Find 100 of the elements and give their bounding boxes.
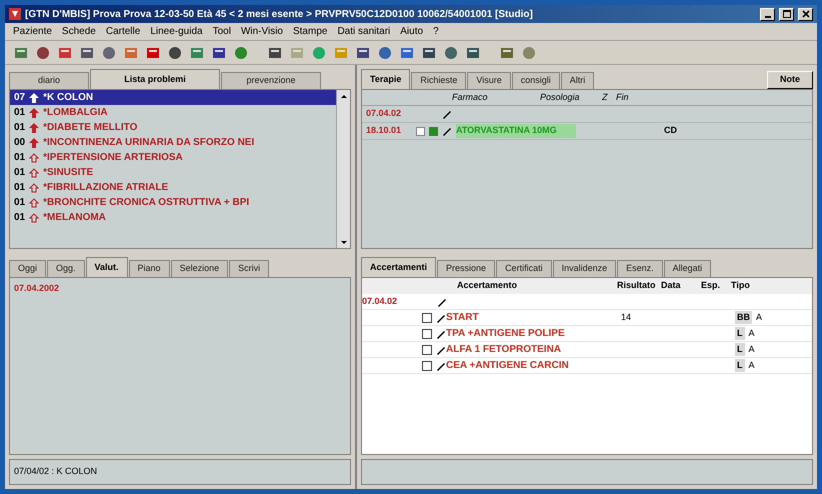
menu-item[interactable]: ? <box>433 24 439 39</box>
toolbar-button[interactable] <box>443 44 459 60</box>
problem-label: *LOMBALGIA <box>43 106 108 120</box>
status-text: 07/04/02 : K COLON <box>14 465 98 478</box>
close-button[interactable] <box>798 8 813 20</box>
problem-label: *INCONTINENZA URINARIA DA SFORZO NEI <box>43 136 254 150</box>
type-cell-text: A <box>748 342 755 356</box>
date-cell-text: 18.10.01 <box>366 124 402 138</box>
tab[interactable]: Piano <box>128 260 170 277</box>
test-name: ALFA 1 FETOPROTEINA <box>446 343 562 357</box>
problem-code: 01 <box>14 151 26 165</box>
code-cell: L <box>735 358 744 372</box>
tab[interactable]: Richieste <box>411 72 466 89</box>
problem-row[interactable]: 01 *BRONCHITE CRONICA OSTRUTTIVA + BPI <box>10 195 336 210</box>
problem-row[interactable]: 07 *K COLON <box>10 90 336 105</box>
note-button[interactable]: Note <box>767 71 813 89</box>
problem-code: 01 <box>14 166 26 180</box>
test-name: TPA +ANTIGENE POLIPE <box>446 327 566 341</box>
problem-row[interactable]: 01 *MELANOMA <box>10 210 336 225</box>
column-header: Posologia <box>539 90 581 104</box>
tab[interactable]: Allegati <box>664 260 712 277</box>
tab[interactable]: Esenz. <box>617 260 663 277</box>
column-header: Farmaco <box>451 90 489 104</box>
type-cell-text: A <box>748 358 755 372</box>
checkbox[interactable] <box>422 344 432 354</box>
date-cell-text: 07.04.02 <box>366 107 402 120</box>
test-name: START <box>446 311 480 325</box>
problem-row[interactable]: 01 *FIBRILLAZIONE ATRIALE <box>10 180 336 195</box>
tab[interactable]: Selezione <box>170 260 228 277</box>
problem-label: *K COLON <box>43 91 94 105</box>
problem-label: *MELANOMA <box>43 211 106 225</box>
minimize-button[interactable] <box>760 8 775 20</box>
toolbar-button[interactable] <box>101 44 117 60</box>
problem-code: 01 <box>14 196 26 210</box>
code-cell: L <box>735 326 744 340</box>
problem-code: 01 <box>14 121 26 135</box>
scrollbar[interactable] <box>336 90 350 248</box>
column-header: Esp. <box>701 279 722 292</box>
menu-item[interactable]: Schede <box>62 24 96 39</box>
menu-item[interactable]: Aiuto <box>400 24 424 39</box>
tab[interactable]: Lista problemi <box>90 69 220 89</box>
tab[interactable]: Visure <box>467 72 511 89</box>
checkbox[interactable] <box>422 312 432 322</box>
checkbox[interactable] <box>422 328 432 338</box>
problem-code: 01 <box>14 211 26 225</box>
maximize-button[interactable] <box>779 8 794 20</box>
column-header: Fin <box>616 90 630 104</box>
problem-code: 01 <box>14 181 26 195</box>
maximize-icon <box>782 10 790 18</box>
type-cell-text: A <box>756 310 762 324</box>
checkbox[interactable] <box>416 126 425 136</box>
problem-code: 07 <box>14 91 26 105</box>
problem-label: *FIBRILLAZIONE ATRIALE <box>43 181 168 195</box>
flag-icon <box>429 126 438 136</box>
window-title: [GTN D'MBIS] Prova Prova 12-03-50 Età 45 < 2 mesi esente > PRVPRV50C12D0100 10062/54001001 [Studio] <box>25 8 534 22</box>
checkbox[interactable] <box>422 360 432 370</box>
type-cell-text: A <box>748 326 755 340</box>
problem-row[interactable]: 01 *SINUSITE <box>10 165 336 180</box>
test-name: CEA +ANTIGENE CARCIN <box>446 359 570 373</box>
toolbar-button[interactable] <box>167 44 183 60</box>
app-icon <box>9 8 21 20</box>
problem-row[interactable]: 01 *LOMBALGIA <box>10 105 336 120</box>
tab[interactable]: Invalidenze <box>552 260 616 277</box>
menu-item[interactable]: Cartelle <box>106 24 140 39</box>
problem-row[interactable]: 01 *IPERTENSIONE ARTERIOSA <box>10 150 336 165</box>
tab[interactable]: Ogg. <box>47 260 85 277</box>
tab[interactable]: diario <box>9 72 89 89</box>
fin-cell-text: CD <box>664 124 677 138</box>
problem-code: 00 <box>14 136 26 150</box>
menu-item[interactable]: Linee-guida <box>150 24 203 39</box>
tab[interactable]: Certificati <box>496 260 552 277</box>
tab[interactable]: Oggi <box>9 260 46 277</box>
problem-label: *SINUSITE <box>43 166 94 180</box>
code-cell: L <box>735 342 744 356</box>
code-cell: BB <box>735 310 752 324</box>
diary-date: 07.04.2002 <box>14 282 60 295</box>
column-header: Tipo <box>731 279 751 292</box>
tab[interactable]: Accertamenti <box>361 257 436 277</box>
menu-item[interactable]: Paziente <box>13 24 52 39</box>
tab[interactable]: Terapie <box>361 69 410 89</box>
problem-row[interactable]: 00 *INCONTINENZA URINARIA DA SFORZO NEI <box>10 135 336 150</box>
column-header: Z <box>602 90 609 104</box>
date-cell-text: 07.04.02 <box>362 294 398 308</box>
menu-item[interactable]: Stampe <box>292 24 328 39</box>
toolbar-button[interactable] <box>35 44 51 60</box>
tab[interactable]: Valut. <box>86 257 128 277</box>
toolbar-button[interactable] <box>377 44 393 60</box>
tab[interactable]: Pressione <box>437 260 496 277</box>
menu-item[interactable]: Dati sanitari <box>337 24 390 39</box>
problem-label: *IPERTENSIONE ARTERIOSA <box>43 151 183 165</box>
drug-cell: ATORVASTATINA 10MG <box>456 124 576 138</box>
menu-item[interactable]: Tool <box>212 24 231 39</box>
tab[interactable]: prevenzione <box>221 72 321 89</box>
tab[interactable]: Altri <box>560 72 594 89</box>
tab[interactable]: consigli <box>512 72 560 89</box>
column-header: Accertamento <box>456 279 518 292</box>
problem-label: *BRONCHITE CRONICA OSTRUTTIVA + BPI <box>43 196 250 210</box>
problem-row[interactable]: 01 *DIABETE MELLITO <box>10 120 336 135</box>
menu-item[interactable]: Win-Visio <box>240 24 283 39</box>
tab[interactable]: Scrivi <box>229 260 270 277</box>
